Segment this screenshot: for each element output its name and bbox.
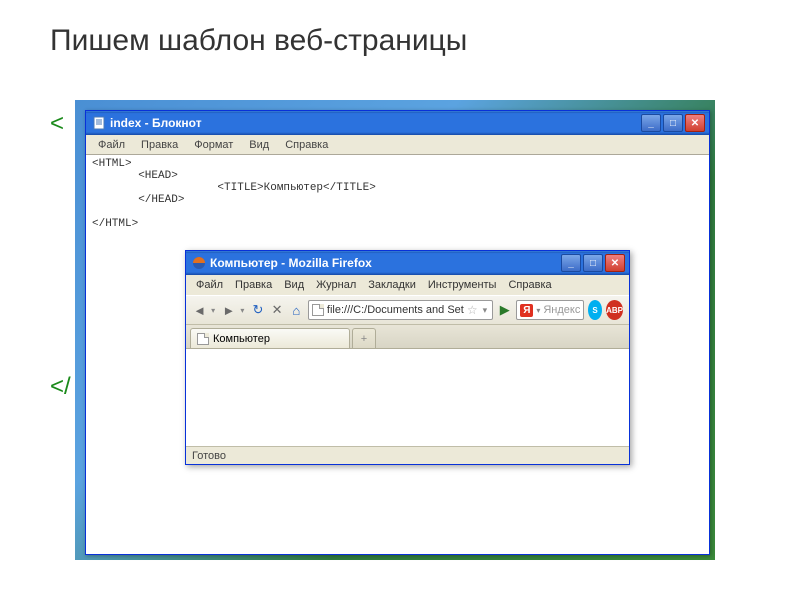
slide-title: Пишем шаблон веб-страницы	[0, 0, 800, 58]
reload-button[interactable]: ↻	[250, 299, 265, 321]
menu-format[interactable]: Формат	[186, 137, 241, 153]
background-code-fragment: < </	[50, 110, 71, 401]
menu-edit[interactable]: Правка	[229, 277, 278, 293]
firefox-tabbar: Компьютер +	[186, 325, 629, 349]
search-placeholder: Яндекс	[543, 304, 580, 316]
firefox-statusbar: Готово	[186, 446, 629, 464]
firefox-menubar: Файл Правка Вид Журнал Закладки Инструме…	[186, 275, 629, 295]
skype-extension-icon[interactable]: S	[588, 300, 602, 320]
firefox-titlebar[interactable]: Компьютер - Mozilla Firefox _ □ ✕	[186, 251, 629, 275]
close-button[interactable]: ✕	[605, 254, 625, 272]
svg-text:S: S	[593, 306, 599, 315]
tab-active[interactable]: Компьютер	[190, 328, 350, 348]
menu-bookmarks[interactable]: Закладки	[362, 277, 422, 293]
menu-history[interactable]: Журнал	[310, 277, 362, 293]
forward-button[interactable]: ►	[221, 299, 236, 321]
notepad-titlebar[interactable]: index - Блокнот _ □ ✕	[86, 111, 709, 135]
back-button[interactable]: ◄	[192, 299, 207, 321]
back-dropdown-icon[interactable]: ▾	[211, 306, 215, 315]
menu-help[interactable]: Справка	[277, 137, 336, 153]
page-icon	[312, 304, 324, 316]
maximize-button[interactable]: □	[663, 114, 683, 132]
menu-file[interactable]: Файл	[190, 277, 229, 293]
abp-extension-icon[interactable]: ABP	[606, 300, 623, 320]
firefox-window: Компьютер - Mozilla Firefox _ □ ✕ Файл П…	[185, 250, 630, 465]
minimize-button[interactable]: _	[561, 254, 581, 272]
menu-tools[interactable]: Инструменты	[422, 277, 503, 293]
minimize-button[interactable]: _	[641, 114, 661, 132]
menu-help[interactable]: Справка	[502, 277, 557, 293]
url-text: file:///C:/Documents and Set	[327, 304, 464, 316]
page-icon	[197, 333, 209, 345]
firefox-title-text: Компьютер - Mozilla Firefox	[210, 256, 561, 270]
search-bar[interactable]: Я ▾ Яндекс	[516, 300, 584, 320]
menu-view[interactable]: Вид	[278, 277, 310, 293]
menu-file[interactable]: Файл	[90, 137, 133, 153]
tab-title: Компьютер	[213, 333, 270, 345]
url-dropdown-icon[interactable]: ▾	[481, 305, 490, 316]
bookmark-star-icon[interactable]: ☆	[467, 303, 478, 317]
maximize-button[interactable]: □	[583, 254, 603, 272]
go-button[interactable]: ▶	[497, 299, 512, 321]
new-tab-button[interactable]: +	[352, 328, 376, 348]
notepad-menubar: Файл Правка Формат Вид Справка	[86, 135, 709, 155]
status-text: Готово	[192, 450, 226, 462]
menu-view[interactable]: Вид	[241, 137, 277, 153]
home-button[interactable]: ⌂	[289, 299, 304, 321]
url-bar[interactable]: file:///C:/Documents and Set ☆ ▾	[308, 300, 493, 320]
notepad-icon	[92, 116, 106, 130]
forward-dropdown-icon[interactable]: ▾	[240, 306, 244, 315]
firefox-icon	[192, 256, 206, 270]
menu-edit[interactable]: Правка	[133, 137, 186, 153]
close-button[interactable]: ✕	[685, 114, 705, 132]
yandex-icon: Я	[520, 304, 533, 317]
firefox-page-content[interactable]	[186, 349, 629, 446]
stop-button[interactable]: ✕	[270, 299, 285, 321]
notepad-title-text: index - Блокнот	[110, 116, 641, 130]
firefox-toolbar: ◄ ▾ ► ▾ ↻ ✕ ⌂ file:///C:/Documents and S…	[186, 295, 629, 325]
